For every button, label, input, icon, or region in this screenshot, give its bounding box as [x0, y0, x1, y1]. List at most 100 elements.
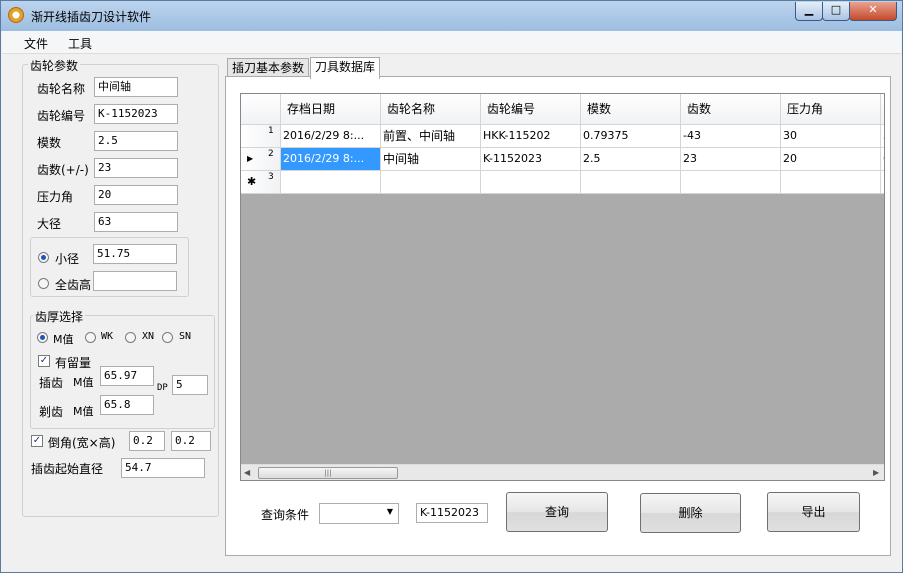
start-diameter-input[interactable]: 54.7	[121, 458, 205, 478]
dp-label: DP	[157, 383, 168, 393]
column-header-archive-date[interactable]: 存档日期	[281, 94, 381, 125]
table-cell-new[interactable]	[581, 171, 681, 194]
sn-radio[interactable]	[162, 332, 173, 343]
scroll-thumb[interactable]: |||	[258, 467, 398, 479]
search-button[interactable]: 查询	[506, 492, 608, 532]
wk-label: WK	[101, 331, 114, 342]
menu-file[interactable]: 文件	[24, 35, 48, 52]
table-row-header[interactable]: ▶ 2	[241, 148, 281, 171]
title-bar: 渐开线插齿刀设计软件 ▁ □ ✕	[1, 1, 902, 31]
table-cell[interactable]: 2016/2/29 8:...	[281, 125, 381, 148]
table-cell[interactable]: 23	[681, 148, 781, 171]
xn-label: XN	[142, 331, 155, 342]
table-cell-new[interactable]	[881, 171, 884, 194]
full-height-label: 全齿高	[55, 278, 92, 292]
insert-label: 插齿	[39, 376, 64, 390]
chamfer-checkbox[interactable]: ✓	[31, 435, 43, 447]
column-header-teeth[interactable]: 齿数	[681, 94, 781, 125]
app-logo-icon	[8, 7, 24, 23]
row-number: 2	[268, 149, 274, 159]
table-cell[interactable]: 2.5	[581, 148, 681, 171]
dp-input[interactable]: 5	[172, 375, 208, 395]
shave-label: 剃齿	[39, 405, 64, 419]
window-title: 渐开线插齿刀设计软件	[31, 10, 152, 24]
insert-m-input[interactable]: 65.97	[100, 366, 154, 386]
column-header-overflow	[881, 94, 884, 125]
pressure-angle-input[interactable]: 20	[94, 185, 178, 205]
menu-bar: 文件 工具	[2, 31, 901, 54]
module-label: 模数	[37, 136, 62, 150]
table-cell[interactable]: 20	[781, 148, 881, 171]
minimize-button[interactable]: ▁	[795, 2, 823, 21]
module-input[interactable]: 2.5	[94, 131, 178, 151]
column-header-pressure-angle[interactable]: 压力角	[781, 94, 881, 125]
pressure-angle-label: 压力角	[37, 190, 74, 204]
table-cell[interactable]: -43	[681, 125, 781, 148]
m-value-radio[interactable]	[37, 332, 48, 343]
table-cell-new[interactable]	[281, 171, 381, 194]
wk-radio[interactable]	[85, 332, 96, 343]
horizontal-scrollbar[interactable]: ◀ ||| ▶	[241, 464, 884, 480]
row-number: 1	[268, 126, 274, 136]
table-cell-new[interactable]	[681, 171, 781, 194]
query-condition-label: 查询条件	[261, 508, 310, 522]
table-cell[interactable]: K-1152023	[481, 148, 581, 171]
table-cell[interactable]: 0.79375	[581, 125, 681, 148]
sn-label: SN	[179, 331, 192, 342]
main-window: 渐开线插齿刀设计软件 ▁ □ ✕ 文件 工具 齿轮参数 齿轮名称 中间轴 齿轮编…	[0, 0, 903, 573]
table-cell[interactable]: 中间轴	[381, 148, 481, 171]
minor-diameter-label: 小径	[55, 252, 80, 266]
table-cell[interactable]: 30	[781, 125, 881, 148]
scroll-left-icon[interactable]: ◀	[244, 468, 250, 477]
table-row-header[interactable]: 1	[241, 125, 281, 148]
allowance-label: 有留量	[55, 356, 92, 370]
tab-tool-database[interactable]: 刀具数据库	[310, 57, 381, 79]
delete-button[interactable]: 删除	[640, 493, 741, 533]
minor-diameter-radio[interactable]	[38, 252, 49, 263]
insert-m-label: M值	[73, 376, 94, 389]
new-row-star-icon: ✱	[247, 175, 257, 188]
major-diameter-input[interactable]: 63	[94, 212, 178, 232]
menu-tools[interactable]: 工具	[68, 35, 92, 52]
shave-m-input[interactable]: 65.8	[100, 395, 154, 415]
full-height-input[interactable]	[93, 271, 177, 291]
shave-m-label: M值	[73, 405, 94, 418]
xn-radio[interactable]	[125, 332, 136, 343]
query-value-input[interactable]: K-1152023	[416, 503, 488, 523]
allowance-checkbox[interactable]: ✓	[38, 355, 50, 367]
table-cell-selected[interactable]: 2016/2/29 8:...	[281, 148, 381, 171]
gear-name-input[interactable]: 中间轴	[94, 77, 178, 97]
gear-code-input[interactable]: K-1152023	[94, 104, 178, 124]
teeth-label: 齿数(+/-)	[37, 163, 89, 177]
m-value-label: M值	[53, 333, 74, 346]
table-cell[interactable]: 前置、中间轴	[381, 125, 481, 148]
thickness-title: 齿厚选择	[33, 308, 86, 325]
query-condition-combo[interactable]: ▼	[319, 503, 399, 524]
table-cell-new[interactable]	[381, 171, 481, 194]
scroll-right-icon[interactable]: ▶	[873, 468, 879, 477]
close-button[interactable]: ✕	[849, 2, 897, 21]
table-cell-new[interactable]	[481, 171, 581, 194]
chamfer-width-input[interactable]: 0.2	[129, 431, 165, 451]
chevron-down-icon[interactable]: ▼	[387, 507, 393, 516]
teeth-input[interactable]: 23	[94, 158, 178, 178]
table-row-header-new[interactable]: ✱ 3	[241, 171, 281, 194]
table-cell[interactable]: HKK-115202	[481, 125, 581, 148]
major-diameter-label: 大径	[37, 217, 62, 231]
column-header-gear-code[interactable]: 齿轮编号	[481, 94, 581, 125]
full-height-radio[interactable]	[38, 278, 49, 289]
current-row-arrow-icon: ▶	[247, 154, 254, 163]
column-header-gear-name[interactable]: 齿轮名称	[381, 94, 481, 125]
maximize-button[interactable]: □	[822, 2, 850, 21]
table-cell[interactable]: 3	[881, 125, 884, 148]
minor-diameter-input[interactable]: 51.75	[93, 244, 177, 264]
chamfer-height-input[interactable]: 0.2	[171, 431, 211, 451]
gear-name-label: 齿轮名称	[37, 82, 86, 96]
export-button[interactable]: 导出	[767, 492, 860, 532]
tab-cutter-basic-params[interactable]: 插刀基本参数	[227, 58, 310, 78]
tool-data-grid: 存档日期 齿轮名称 齿轮编号 模数 齿数 压力角 1 2016/2/29 8:.…	[240, 93, 885, 481]
table-cell-new[interactable]	[781, 171, 881, 194]
start-diameter-label: 插齿起始直径	[31, 462, 104, 476]
table-cell[interactable]: 6	[881, 148, 884, 171]
column-header-module[interactable]: 模数	[581, 94, 681, 125]
